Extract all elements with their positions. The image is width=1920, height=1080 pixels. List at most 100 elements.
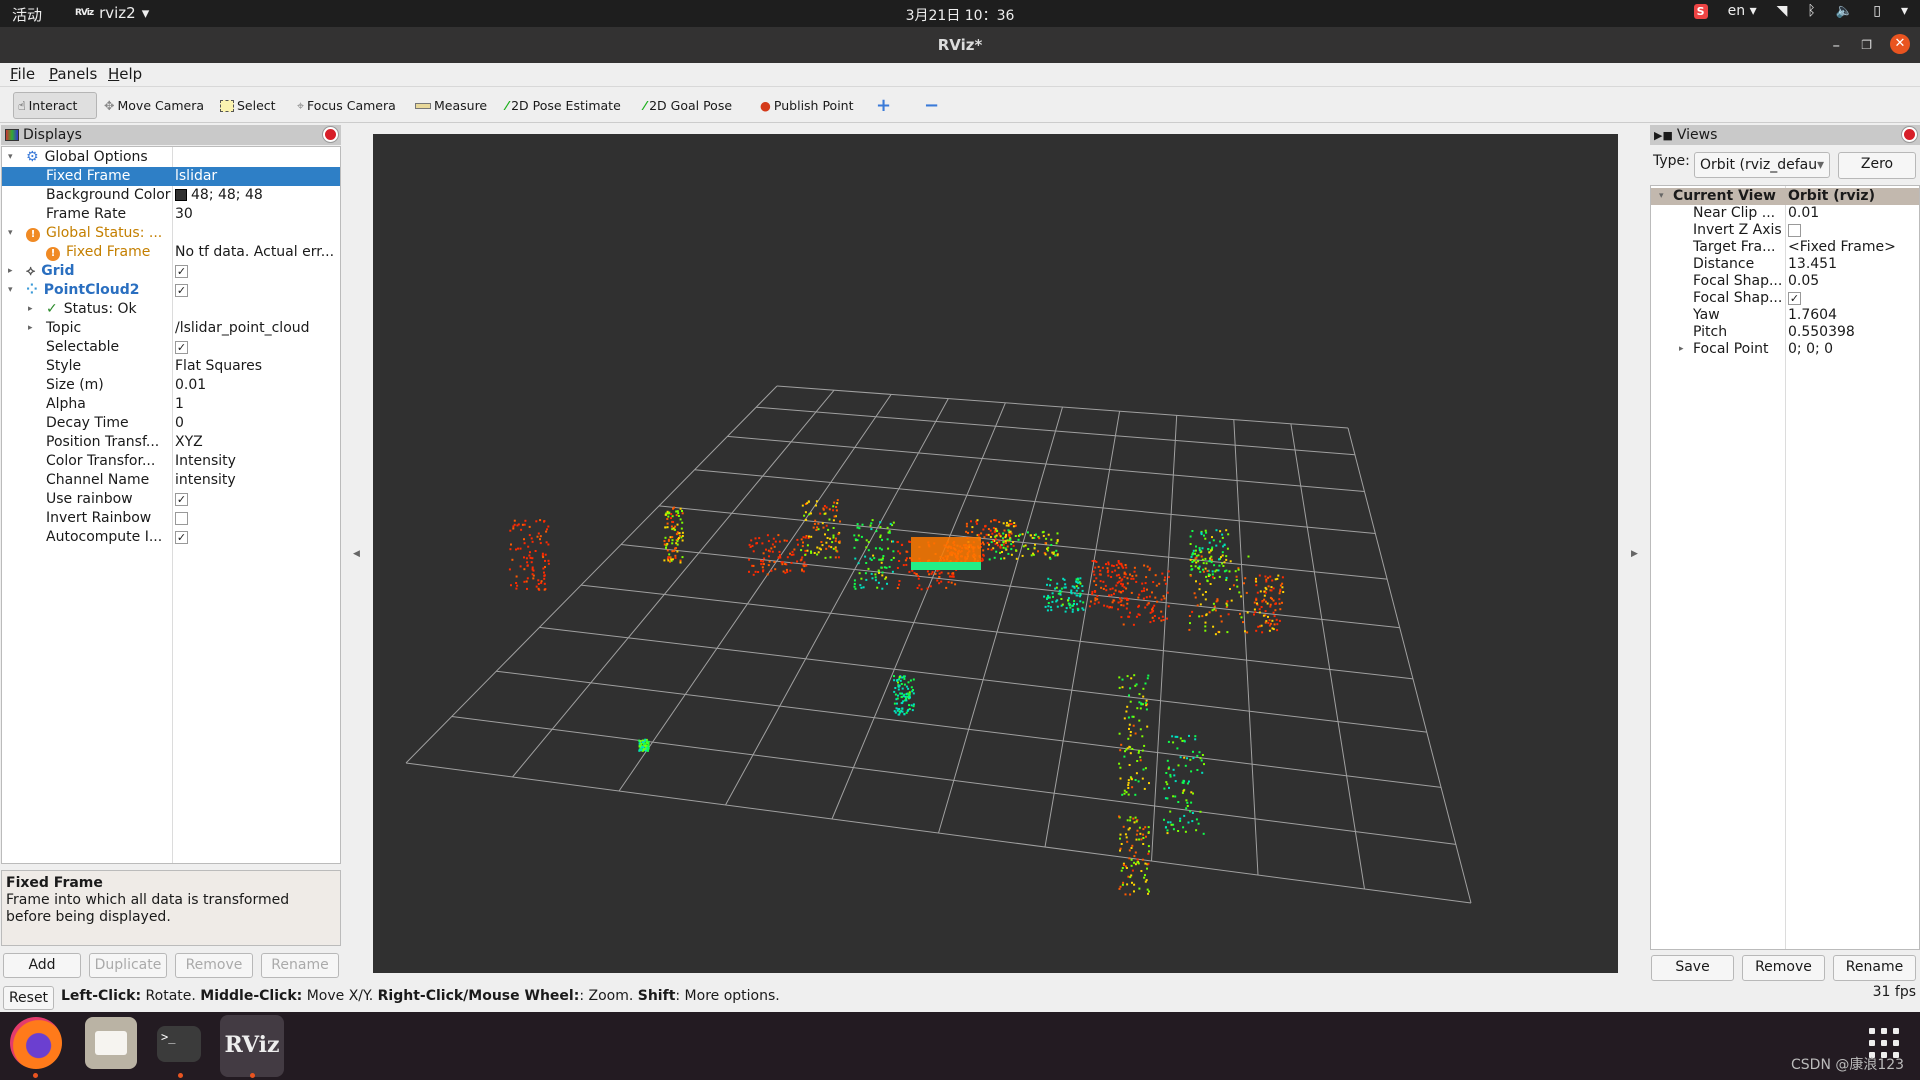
tool-2d-pose-estimate[interactable]: ⁄ 2D Pose Estimate	[502, 92, 625, 119]
remove-display-button[interactable]: Remove	[175, 953, 253, 978]
system-tray[interactable]: S en ▾ ◥ ᛒ 🔈 ▯ ▾	[1693, 3, 1908, 19]
expand-arrow-icon[interactable]: ▸	[8, 262, 13, 281]
collapse-left-panel-icon[interactable]: ◀	[353, 549, 360, 559]
view-property-row[interactable]: Near Clip ... 0.01	[1651, 205, 1919, 222]
collapse-right-panel-icon[interactable]: ▶	[1631, 549, 1638, 559]
display-property-row[interactable]: Style Flat Squares	[2, 357, 340, 376]
property-value[interactable]: ✓	[175, 262, 188, 281]
menu-help[interactable]: Help	[108, 65, 142, 83]
activities-button[interactable]: 活动	[12, 4, 42, 25]
view-property-value[interactable]: <Fixed Frame>	[1788, 239, 1896, 256]
property-value[interactable]: Flat Squares	[175, 357, 262, 376]
tool-2d-goal-pose[interactable]: ⁄ 2D Goal Pose	[640, 92, 736, 119]
tool-publish-point[interactable]: ● Publish Point	[756, 92, 858, 119]
display-property-row[interactable]: Selectable ✓	[2, 338, 340, 357]
duplicate-display-button[interactable]: Duplicate	[89, 953, 167, 978]
view-property-value[interactable]	[1788, 222, 1801, 239]
display-property-row[interactable]: Decay Time 0	[2, 414, 340, 433]
display-property-row[interactable]: Color Transfor... Intensity	[2, 452, 340, 471]
property-value[interactable]: intensity	[175, 471, 236, 490]
property-value[interactable]: ✓	[175, 490, 188, 509]
zero-view-button[interactable]: Zero	[1838, 152, 1916, 179]
display-property-row[interactable]: Background Color 48; 48; 48	[2, 186, 340, 205]
property-value[interactable]: ✓	[175, 528, 188, 547]
reset-button[interactable]: Reset	[3, 986, 54, 1010]
view-property-row[interactable]: Distance 13.451	[1651, 256, 1919, 273]
tool-select[interactable]: Select	[216, 92, 280, 119]
view-property-row[interactable]: Pitch 0.550398	[1651, 324, 1919, 341]
view-property-value[interactable]: 0.550398	[1788, 324, 1855, 341]
wifi-icon[interactable]: ◥	[1777, 3, 1788, 19]
property-value[interactable]	[175, 509, 188, 528]
checkbox[interactable]: ✓	[175, 340, 188, 354]
rename-display-button[interactable]: Rename	[261, 953, 339, 978]
view-property-row[interactable]: Invert Z Axis	[1651, 222, 1919, 239]
property-value[interactable]: ✓	[175, 281, 188, 300]
view-property-row[interactable]: Focal Shap... 0.05	[1651, 273, 1919, 290]
view-property-row[interactable]: Focal Shap... ✓	[1651, 290, 1919, 307]
battery-icon[interactable]: ▯	[1873, 3, 1881, 19]
close-window-button[interactable]: ✕	[1890, 34, 1910, 54]
property-value[interactable]: Intensity	[175, 452, 236, 471]
expand-arrow-icon[interactable]: ▸	[28, 300, 33, 319]
checkbox[interactable]: ✓	[175, 492, 188, 506]
close-panel-button[interactable]	[1902, 127, 1917, 142]
clock[interactable]: 3月21日 10：36	[906, 8, 1015, 24]
view-type-dropdown[interactable]: Orbit (rviz_defau ▾	[1694, 152, 1830, 178]
add-display-button[interactable]: Add	[3, 953, 81, 978]
display-property-row[interactable]: Autocompute I... ✓	[2, 528, 340, 547]
checkbox[interactable]: ✓	[175, 264, 188, 278]
remove-tool-button[interactable]: −	[920, 92, 943, 119]
expand-arrow-icon[interactable]: ▾	[8, 148, 13, 167]
property-value[interactable]: lslidar	[175, 167, 217, 186]
remove-view-button[interactable]: Remove	[1742, 955, 1825, 981]
firefox-icon[interactable]	[10, 1017, 62, 1069]
views-tree[interactable]: ▾ Current View Orbit (rviz) Near Clip ..…	[1650, 185, 1920, 950]
property-value[interactable]: 30	[175, 205, 193, 224]
property-value[interactable]: /lslidar_point_cloud	[175, 319, 310, 338]
expand-arrow-icon[interactable]: ▾	[8, 224, 13, 243]
display-property-row[interactable]: Size (m) 0.01	[2, 376, 340, 395]
display-property-row[interactable]: ▸ ✓ Status: Ok	[2, 300, 340, 319]
checkbox[interactable]	[175, 511, 188, 525]
view-property-row[interactable]: Target Fra... <Fixed Frame>	[1651, 239, 1919, 256]
display-property-row[interactable]: ▸ ⟡ Grid ✓	[2, 262, 340, 281]
property-value[interactable]: ✓	[175, 338, 188, 357]
property-value[interactable]: 1	[175, 395, 184, 414]
display-property-row[interactable]: Position Transf... XYZ	[2, 433, 340, 452]
view-property-value[interactable]: 1.7604	[1788, 307, 1837, 324]
rename-view-button[interactable]: Rename	[1833, 955, 1916, 981]
property-value[interactable]: No tf data. Actual err...	[175, 243, 334, 262]
system-menu-chevron-icon[interactable]: ▾	[1901, 3, 1908, 19]
3d-render-viewport[interactable]	[373, 134, 1618, 973]
menu-panels[interactable]: Panels	[49, 65, 97, 83]
displays-tree[interactable]: ▾ ⚙ Global Options Fixed Frame lslidar Backgr…	[1, 146, 341, 864]
display-property-row[interactable]: Fixed Frame lslidar	[2, 167, 340, 186]
bluetooth-icon[interactable]: ᛒ	[1807, 3, 1815, 19]
view-property-row[interactable]: Yaw 1.7604	[1651, 307, 1919, 324]
view-property-row[interactable]: ▸ Focal Point 0; 0; 0	[1651, 341, 1919, 358]
view-property-value[interactable]: 0; 0; 0	[1788, 341, 1833, 358]
display-property-row[interactable]: ▾! Global Status: ...	[2, 224, 340, 243]
view-property-value[interactable]: 0.01	[1788, 205, 1819, 222]
save-view-button[interactable]: Save	[1651, 955, 1734, 981]
property-value[interactable]: XYZ	[175, 433, 203, 452]
expand-arrow-icon[interactable]: ▾	[1659, 188, 1664, 205]
files-icon[interactable]	[85, 1017, 137, 1069]
tool-move-camera[interactable]: ✥ Move Camera	[100, 92, 208, 119]
terminal-icon[interactable]: >_	[157, 1026, 201, 1062]
app-menu[interactable]: RViz rviz2 ▾	[75, 4, 149, 22]
display-property-row[interactable]: ▾ ⚙ Global Options	[2, 148, 340, 167]
add-tool-button[interactable]: +	[872, 92, 895, 119]
property-value[interactable]: 48; 48; 48	[175, 186, 263, 205]
display-property-row[interactable]: ▸ Topic/lslidar_point_cloud	[2, 319, 340, 338]
current-view-row[interactable]: ▾ Current View Orbit (rviz)	[1651, 188, 1919, 205]
input-method-icon[interactable]: S	[1693, 3, 1708, 19]
display-property-row[interactable]: ▾ ⁘ PointCloud2 ✓	[2, 281, 340, 300]
language-selector[interactable]: en ▾	[1728, 3, 1757, 19]
close-panel-button[interactable]	[323, 127, 338, 142]
color-swatch[interactable]	[175, 189, 187, 201]
view-property-value[interactable]: 13.451	[1788, 256, 1837, 273]
checkbox[interactable]: ✓	[1788, 291, 1801, 305]
display-property-row[interactable]: ! Fixed Frame No tf data. Actual err...	[2, 243, 340, 262]
